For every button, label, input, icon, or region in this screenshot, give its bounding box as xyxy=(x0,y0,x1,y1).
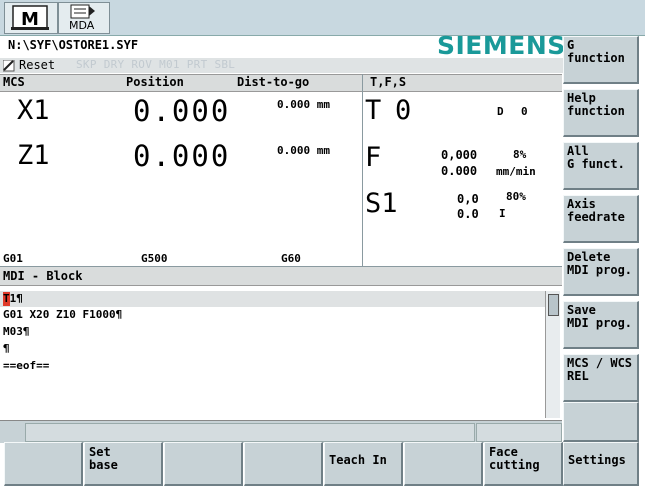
hsoftkey-empty[interactable] xyxy=(404,442,483,486)
mdi-header: MDI - Block xyxy=(3,269,83,283)
mdi-line[interactable]: ==eof== xyxy=(3,359,49,375)
softkey-save-mdi-prog[interactable]: Save MDI prog. xyxy=(563,301,639,349)
mdi-header-bar xyxy=(0,267,562,286)
softkey-mcs-wcs-rel[interactable]: MCS / WCS REL xyxy=(563,354,639,402)
axis-position: 0.000 xyxy=(133,139,231,173)
softkey-label: function xyxy=(567,104,625,118)
softkey-label: Axis xyxy=(567,197,596,211)
message-bar xyxy=(0,420,562,443)
current-line-highlight xyxy=(0,291,545,307)
siemens-logo: SIEMENS xyxy=(437,31,566,60)
softkey-label: All xyxy=(567,144,589,158)
feed-setpoint: 0,000 xyxy=(441,148,478,162)
gcode-group-2: G500 xyxy=(141,252,168,265)
softkey-label: Teach In xyxy=(329,453,387,467)
mdi-line[interactable]: ¶ xyxy=(3,342,10,358)
softkey-label: REL xyxy=(567,369,589,383)
hsoftkey-set-base[interactable]: Set base xyxy=(84,442,163,486)
softkey-label: Settings xyxy=(568,453,626,467)
softkey-empty[interactable] xyxy=(563,402,639,442)
feed-label: F xyxy=(365,142,382,173)
softkey-label: MCS / WCS xyxy=(567,356,633,370)
mda-mode-label: MDA xyxy=(69,19,95,32)
softkey-delete-mdi-prog[interactable]: Delete MDI prog. xyxy=(563,248,639,296)
softkey-label: Help xyxy=(567,91,596,105)
hsoftkey-empty[interactable] xyxy=(4,442,83,486)
mdi-line[interactable]: T1¶ xyxy=(3,292,23,308)
axis-name: Z1 xyxy=(17,140,50,171)
tool-value: 0 xyxy=(395,95,412,126)
spindle-override: 80% xyxy=(506,190,526,203)
mda-mode-button[interactable]: MDA xyxy=(58,2,110,34)
feed-unit: mm/min xyxy=(496,165,536,178)
program-path: N:\SYF\OSTORE1.SYF xyxy=(8,38,139,52)
hsoftkey-face-cutting[interactable]: Face cutting xyxy=(484,442,563,486)
machine-mode-button[interactable]: M xyxy=(4,2,58,34)
softkey-axis-feedrate[interactable]: Axis feedrate xyxy=(563,195,639,243)
spindle-unit: I xyxy=(499,207,506,220)
softkey-label: function xyxy=(567,51,625,65)
program-control-flags: SKP DRY ROV M01 PRT SBL xyxy=(76,58,236,71)
spindle-label: S1 xyxy=(365,188,398,219)
softkey-label: Delete xyxy=(567,250,611,264)
softkey-label: Save xyxy=(567,303,596,317)
softkey-label: Face xyxy=(489,445,518,459)
panel-divider xyxy=(362,74,363,267)
softkey-label: cutting xyxy=(489,458,540,472)
hsoftkey-empty[interactable] xyxy=(164,442,243,486)
svg-text:M: M xyxy=(21,9,39,30)
spindle-actual: 0.0 xyxy=(457,207,479,221)
d-value: 0 xyxy=(521,105,528,118)
mdi-line[interactable]: M03¶ xyxy=(3,325,30,341)
axis-name: X1 xyxy=(17,95,50,126)
softkey-help-function[interactable]: Help function xyxy=(563,89,639,137)
tool-label: T xyxy=(365,95,382,126)
message-line xyxy=(25,423,475,442)
dist-to-go-header: Dist-to-go xyxy=(237,75,310,89)
hsoftkey-teach-in[interactable]: Teach In xyxy=(324,442,403,486)
axis-dist-to-go: 0.000 mm xyxy=(277,98,330,111)
channel-status: Reset xyxy=(19,58,56,72)
gcode-group-3: G60 xyxy=(281,252,301,265)
feed-override: 8% xyxy=(513,148,527,161)
softkey-label: base xyxy=(89,458,118,472)
mdi-scrollbar[interactable] xyxy=(545,291,560,418)
feed-actual: 0.000 xyxy=(441,164,478,178)
softkey-label: MDI prog. xyxy=(567,263,633,277)
softkey-all-g-funct[interactable]: All G funct. xyxy=(563,142,639,190)
tfs-header: T,F,S xyxy=(370,75,407,89)
machine-m-icon: M xyxy=(11,5,49,30)
axis-position: 0.000 xyxy=(133,94,231,128)
mdi-editor[interactable]: T1¶ G01 X20 Z10 F1000¶ M03¶ ¶ ==eof== xyxy=(0,289,562,420)
mdi-line[interactable]: G01 X20 Z10 F1000¶ xyxy=(3,308,122,324)
softkey-label: feedrate xyxy=(567,210,625,224)
softkey-g-function[interactable]: Gfunction xyxy=(563,36,639,84)
softkey-label: G xyxy=(567,38,575,52)
hsoftkey-settings[interactable]: Settings xyxy=(563,442,639,486)
softkey-label: G funct. xyxy=(567,157,625,171)
softkey-label: MDI prog. xyxy=(567,316,633,330)
mcs-header: MCS xyxy=(3,75,25,89)
gcode-group-1: G01 xyxy=(3,252,23,265)
hsoftkey-empty[interactable] xyxy=(244,442,323,486)
position-header: Position xyxy=(126,75,184,89)
channel-reset-icon xyxy=(3,60,15,72)
softkey-label: Set xyxy=(89,445,111,459)
spindle-setpoint: 0,0 xyxy=(457,192,479,206)
axis-dist-to-go: 0.000 mm xyxy=(277,144,330,157)
message-line-aux xyxy=(476,423,562,442)
mdi-scrollbar-thumb[interactable] xyxy=(548,294,559,316)
d-label: D xyxy=(497,105,504,118)
